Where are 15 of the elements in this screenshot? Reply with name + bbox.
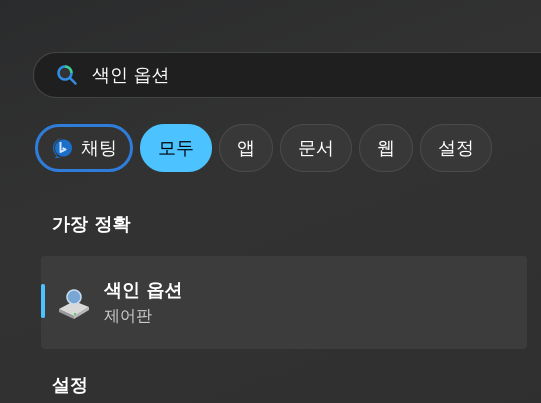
filter-chip[interactable]: 앱 bbox=[219, 124, 273, 172]
search-field[interactable]: 색인 옵션 bbox=[33, 52, 541, 98]
filter-chip[interactable]: 문서 bbox=[280, 124, 352, 172]
selection-indicator bbox=[41, 284, 45, 318]
filter-chip[interactable]: 채팅 bbox=[35, 124, 133, 172]
result-subtitle: 제어판 bbox=[104, 306, 153, 327]
result-item[interactable]: 색인 옵션 제어판 bbox=[41, 256, 527, 349]
filter-chip[interactable]: 설정 bbox=[420, 124, 492, 172]
result-title: 색인 옵션 bbox=[104, 279, 182, 302]
search-icon bbox=[56, 64, 78, 86]
filter-chip[interactable]: 웹 bbox=[359, 124, 413, 172]
section-heading: 설정 bbox=[52, 374, 89, 397]
chat-logo-icon bbox=[51, 136, 75, 160]
filter-chip[interactable]: 모두 bbox=[140, 124, 212, 172]
section-heading: 가장 정확 bbox=[52, 213, 132, 236]
